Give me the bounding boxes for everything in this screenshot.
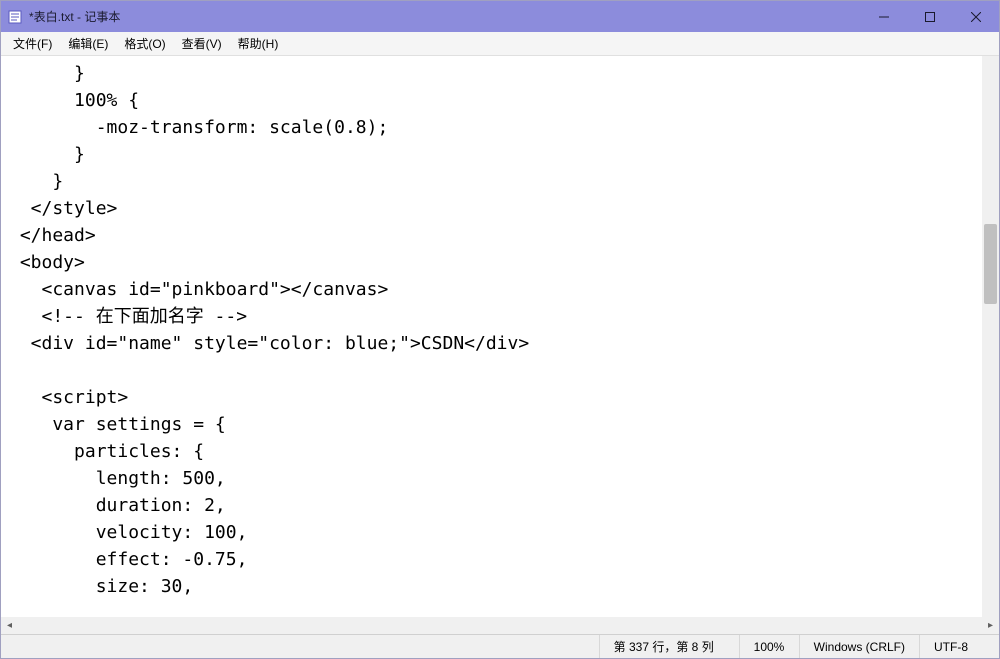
scroll-right-arrow-icon[interactable]: ▸ [982,617,999,634]
menu-file[interactable]: 文件(F) [5,32,60,55]
editor-area: } 100% { -moz-transform: scale(0.8); } }… [1,56,999,617]
status-zoom: 100% [739,635,799,658]
status-position: 第 337 行，第 8 列 [599,635,739,658]
close-icon [971,12,981,22]
menu-view[interactable]: 查看(V) [174,32,230,55]
text-editor[interactable]: } 100% { -moz-transform: scale(0.8); } }… [1,56,999,617]
scroll-left-arrow-icon[interactable]: ◂ [1,617,18,634]
minimize-button[interactable] [861,1,907,32]
vertical-scrollbar[interactable] [982,56,999,617]
maximize-button[interactable] [907,1,953,32]
menu-help[interactable]: 帮助(H) [230,32,287,55]
status-line-ending: Windows (CRLF) [799,635,919,658]
menu-edit[interactable]: 编辑(E) [60,32,116,55]
app-icon [7,9,23,25]
horizontal-scrollbar[interactable]: ◂ ▸ [1,617,999,634]
status-encoding: UTF-8 [919,635,999,658]
vertical-scrollbar-thumb[interactable] [984,224,997,304]
menu-format[interactable]: 格式(O) [116,32,173,55]
window-title: *表白.txt - 记事本 [29,8,861,25]
title-bar[interactable]: *表白.txt - 记事本 [1,1,999,32]
maximize-icon [925,12,935,22]
close-button[interactable] [953,1,999,32]
minimize-icon [879,12,889,22]
notepad-window: *表白.txt - 记事本 文件(F) 编辑(E) 格式(O) [0,0,1000,659]
status-bar: 第 337 行，第 8 列 100% Windows (CRLF) UTF-8 [1,634,999,658]
window-controls [861,1,999,32]
menu-bar: 文件(F) 编辑(E) 格式(O) 查看(V) 帮助(H) [1,32,999,56]
